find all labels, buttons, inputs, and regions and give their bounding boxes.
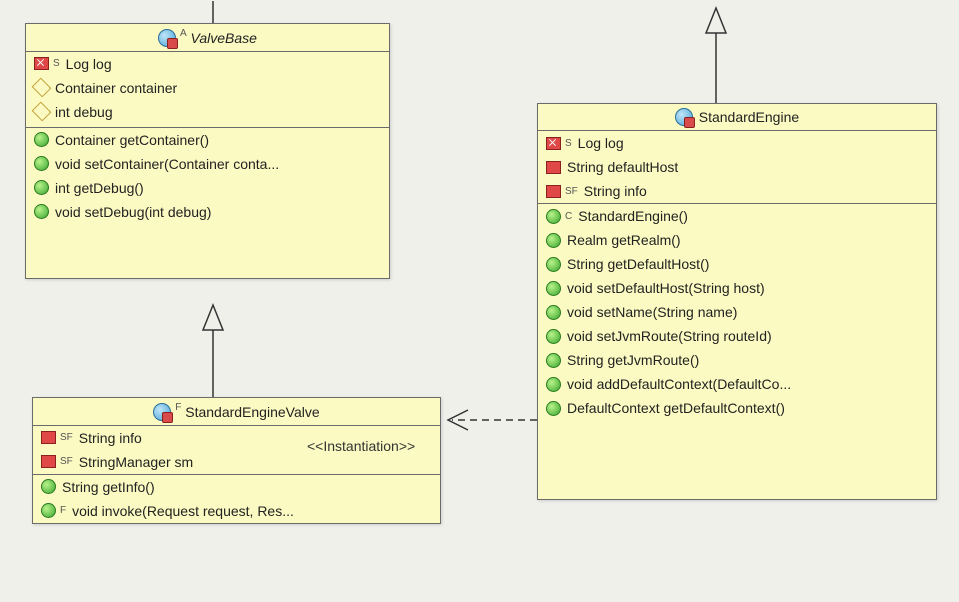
visibility-icon: [32, 78, 52, 98]
class-title: F StandardEngineValve: [33, 398, 440, 426]
field-row: S Log log: [538, 131, 936, 155]
method-row: void setDefaultHost(String host): [538, 276, 936, 300]
modifier: SF: [60, 432, 73, 443]
stereotype-letter: F: [175, 402, 181, 413]
method-row: DefaultContext getDefaultContext(): [538, 396, 936, 420]
modifier: SF: [60, 456, 73, 467]
method-label: int getDebug(): [55, 180, 144, 196]
visibility-icon: [546, 257, 561, 272]
class-title: StandardEngine: [538, 104, 936, 131]
method-row: Container getContainer(): [26, 128, 389, 152]
class-standardengine: StandardEngine S Log log String defaultHo…: [537, 103, 937, 500]
visibility-icon: [546, 305, 561, 320]
method-row: void setContainer(Container conta...: [26, 152, 389, 176]
method-label: String getJvmRoute(): [567, 352, 699, 368]
field-row: S Log log: [26, 52, 389, 76]
field-label: String info: [79, 430, 142, 446]
visibility-icon: [546, 377, 561, 392]
visibility-icon: [34, 57, 49, 70]
method-row: void setDebug(int debug): [26, 200, 389, 224]
field-label: String defaultHost: [567, 159, 678, 175]
method-label: void invoke(Request request, Res...: [72, 503, 294, 519]
field-row: SF String info: [538, 179, 936, 203]
class-name: StandardEngineValve: [185, 404, 319, 420]
field-row: int debug: [26, 100, 389, 124]
method-label: void setJvmRoute(String routeId): [567, 328, 772, 344]
method-label: void setContainer(Container conta...: [55, 156, 279, 172]
field-label: StringManager sm: [79, 454, 193, 470]
visibility-icon: [34, 132, 49, 147]
method-row: String getJvmRoute(): [538, 348, 936, 372]
visibility-icon: [546, 233, 561, 248]
modifier: F: [60, 505, 66, 516]
method-row: Fvoid invoke(Request request, Res...: [33, 499, 440, 523]
method-label: String getDefaultHost(): [567, 256, 709, 272]
method-label: String getInfo(): [62, 479, 155, 495]
methods-section: String getInfo() Fvoid invoke(Request re…: [33, 475, 440, 523]
visibility-icon: [546, 209, 561, 224]
instantiation-label: <<Instantiation>>: [307, 438, 415, 454]
method-label: StandardEngine(): [578, 208, 688, 224]
class-valvebase: A ValveBase S Log log Container container…: [25, 23, 390, 279]
method-row: C StandardEngine(): [538, 204, 936, 228]
class-name: StandardEngine: [699, 109, 799, 125]
field-label: String info: [584, 183, 647, 199]
visibility-icon: [546, 353, 561, 368]
visibility-icon: [41, 455, 56, 468]
method-label: DefaultContext getDefaultContext(): [567, 400, 785, 416]
field-label: Log log: [578, 135, 624, 151]
method-row: void addDefaultContext(DefaultCo...: [538, 372, 936, 396]
methods-section: Container getContainer() void setContain…: [26, 128, 389, 278]
fields-section: S Log log Container container int debug: [26, 52, 389, 128]
method-row: String getDefaultHost(): [538, 252, 936, 276]
visibility-icon: [546, 281, 561, 296]
field-label: Container container: [55, 80, 177, 96]
visibility-icon: [32, 102, 52, 122]
method-label: void setName(String name): [567, 304, 737, 320]
method-label: void setDefaultHost(String host): [567, 280, 765, 296]
method-row: Realm getRealm(): [538, 228, 936, 252]
method-label: Container getContainer(): [55, 132, 209, 148]
method-row: int getDebug(): [26, 176, 389, 200]
class-standardenginevalve: F StandardEngineValve SF String info SF St…: [32, 397, 441, 524]
class-icon: [153, 403, 171, 421]
visibility-icon: [34, 156, 49, 171]
method-row: String getInfo(): [33, 475, 440, 499]
visibility-icon: [546, 161, 561, 174]
field-row: String defaultHost: [538, 155, 936, 179]
method-label: void setDebug(int debug): [55, 204, 211, 220]
modifier: C: [565, 211, 572, 222]
method-label: Realm getRealm(): [567, 232, 681, 248]
modifier: S: [565, 138, 572, 149]
visibility-icon: [546, 137, 561, 150]
modifier: SF: [565, 186, 578, 197]
method-row: void setName(String name): [538, 300, 936, 324]
method-label: void addDefaultContext(DefaultCo...: [567, 376, 791, 392]
visibility-icon: [41, 479, 56, 494]
class-title: A ValveBase: [26, 24, 389, 52]
field-label: Log log: [66, 56, 112, 72]
method-row: void setJvmRoute(String routeId): [538, 324, 936, 348]
class-icon: [675, 108, 693, 126]
methods-section: C StandardEngine() Realm getRealm() Strin…: [538, 204, 936, 499]
fields-section: S Log log String defaultHost SF String inf…: [538, 131, 936, 204]
visibility-icon: [546, 185, 561, 198]
visibility-icon: [34, 204, 49, 219]
visibility-icon: [41, 503, 56, 518]
visibility-icon: [34, 180, 49, 195]
modifier: S: [53, 58, 60, 69]
class-name: ValveBase: [191, 30, 257, 46]
visibility-icon: [546, 329, 561, 344]
visibility-icon: [546, 401, 561, 416]
class-icon: [158, 29, 176, 47]
field-label: int debug: [55, 104, 113, 120]
stereotype-letter: A: [180, 28, 187, 39]
visibility-icon: [41, 431, 56, 444]
field-row: Container container: [26, 76, 389, 100]
